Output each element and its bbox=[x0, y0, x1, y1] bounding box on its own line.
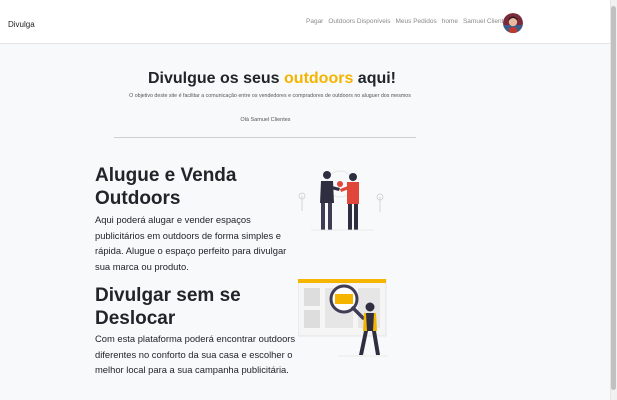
section-title-rent-sell: Alugue e Venda Outdoors bbox=[95, 165, 237, 209]
avatar[interactable] bbox=[503, 13, 523, 33]
section-text-rent-sell: Aqui poderá alugar e vender espaços publ… bbox=[95, 214, 287, 272]
nav-link-outdoors-disponiveis[interactable]: Outdoors Disponíveis bbox=[328, 18, 390, 25]
vertical-scrollbar[interactable] bbox=[610, 0, 617, 400]
nav-link-pagar[interactable]: Pagar bbox=[306, 18, 323, 25]
section-text-advertise: Com esta plataforma poderá encontrar out… bbox=[95, 333, 296, 376]
nav-link-meus-pedidos[interactable]: Meus Pedidos bbox=[396, 18, 437, 25]
page-title-accent: outdoors bbox=[284, 70, 354, 87]
avatar-image bbox=[503, 13, 523, 33]
nav-link-home[interactable]: home bbox=[442, 18, 458, 25]
greeting-text: Olá Samuel Clientes bbox=[240, 117, 291, 123]
scrollbar-thumb[interactable] bbox=[611, 6, 616, 390]
magnifier-billboard-illustration bbox=[298, 279, 388, 357]
section-title-advertise: Divulgar sem se Deslocar bbox=[95, 285, 241, 329]
navbar: Divulga Pagar Outdoors Disponíveis Meus … bbox=[0, 0, 610, 44]
page-subtitle: O objetivo deste site é facilitar a comu… bbox=[129, 93, 411, 99]
page-title: Divulgue os seus outdoors aqui! bbox=[0, 70, 544, 88]
handshake-illustration bbox=[298, 170, 384, 231]
page-title-prefix: Divulgue os seus bbox=[147, 70, 285, 87]
nav-links: Pagar Outdoors Disponíveis Meus Pedidos … bbox=[306, 15, 517, 27]
section-divider bbox=[114, 137, 416, 138]
page: Divulga Pagar Outdoors Disponíveis Meus … bbox=[0, 0, 617, 400]
page-title-suffix: aqui! bbox=[353, 70, 397, 87]
brand-logo-link[interactable]: Divulga bbox=[8, 20, 35, 29]
